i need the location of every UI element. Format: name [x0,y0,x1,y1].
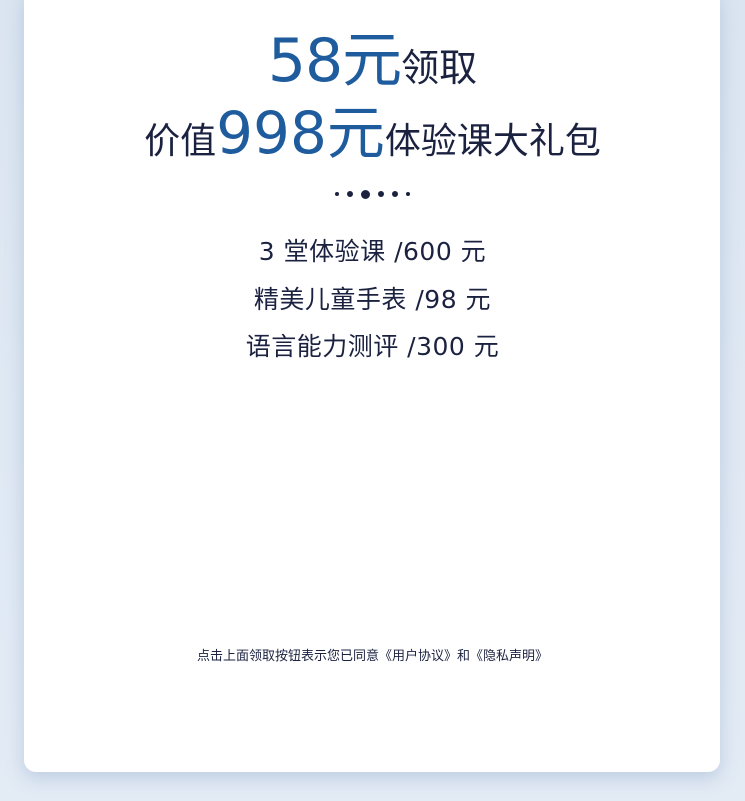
headline-value: 价值998元体验课大礼包 [0,86,745,170]
gift-item-trial-classes: 3 堂体验课 /600 元 [258,237,487,266]
gift-item-language-assessment: 语言能力测评 /300 元 [245,332,500,361]
dot [378,191,384,197]
dot [392,191,398,197]
dot [347,191,353,197]
dot [335,192,339,196]
agreement-notice: 点击上面领取按钮表示您已同意《用户协议》和《隐私声明》 [196,649,548,664]
decorative-dots [0,187,745,201]
gift-item-kids-watch: 精美儿童手表 /98 元 [253,285,492,314]
dot [406,192,410,196]
value-suffix: 体验课大礼包 [384,121,601,162]
dot [361,189,370,199]
value-amount: 998元 [216,99,385,167]
price-suffix: 领取 [401,46,478,90]
value-prefix: 价值 [144,121,217,162]
